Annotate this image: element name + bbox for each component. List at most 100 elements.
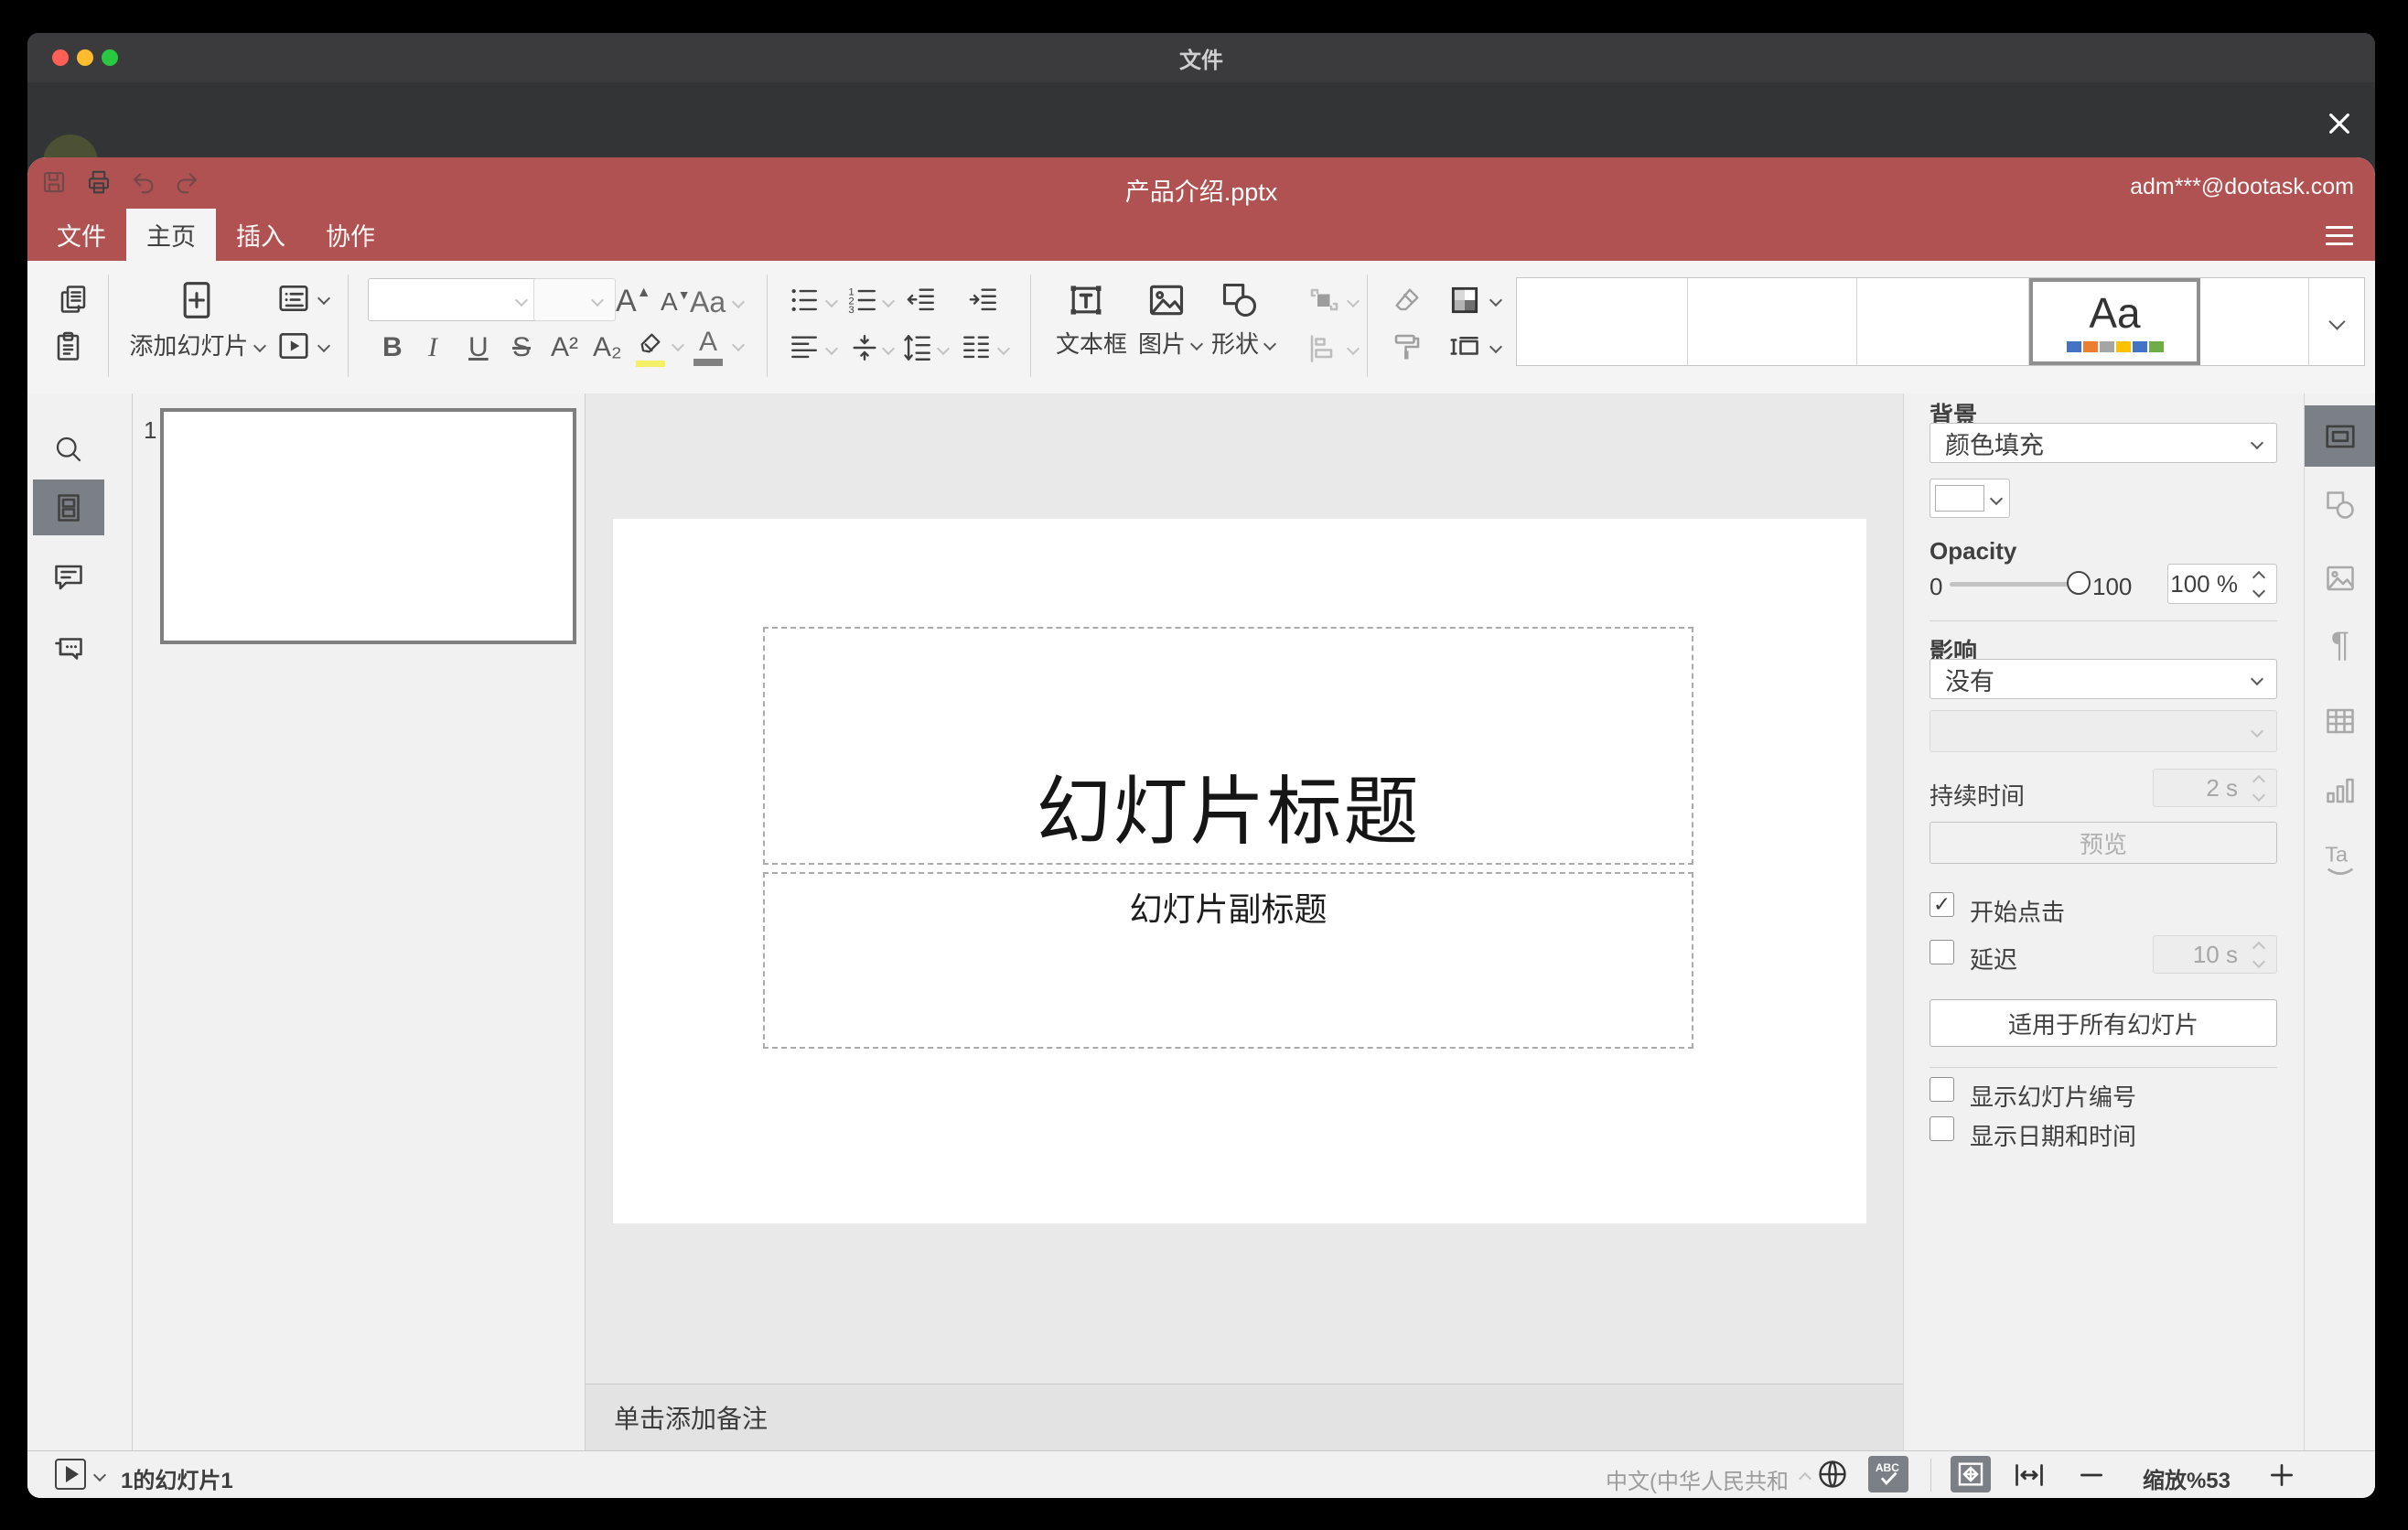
strikethrough-button[interactable]: S	[512, 332, 531, 363]
color-scheme-button[interactable]	[1447, 283, 1503, 318]
show-slide-number-checkbox[interactable]	[1930, 1077, 1954, 1102]
slide-settings-tab[interactable]	[2305, 405, 2375, 467]
spinner-up-icon[interactable]	[2252, 570, 2266, 584]
subscript-button[interactable]: A₂	[593, 332, 622, 363]
hamburger-menu-button[interactable]	[2326, 226, 2353, 251]
spinner-up-icon[interactable]	[2252, 774, 2266, 788]
tab-collaboration[interactable]: 协作	[306, 209, 395, 261]
fill-type-select[interactable]: 颜色填充	[1930, 423, 2277, 463]
set-language-button[interactable]	[1815, 1457, 1850, 1496]
opacity-slider-track[interactable]	[1950, 582, 2078, 587]
theme-option-2[interactable]	[1688, 278, 1857, 365]
chevron-down-icon[interactable]	[671, 338, 685, 354]
effect-type-select[interactable]	[1930, 710, 2277, 752]
start-on-click-checkbox[interactable]: ✓	[1930, 892, 1954, 917]
chevron-down-icon[interactable]	[824, 341, 839, 358]
vertical-align-button[interactable]	[849, 332, 880, 368]
chevron-down-icon[interactable]	[881, 294, 896, 310]
textart-settings-tab[interactable]: Ta	[2305, 827, 2375, 889]
theme-option-selected[interactable]: Aa	[2029, 278, 2200, 365]
spinner-down-icon[interactable]	[2252, 788, 2266, 802]
theme-option-3[interactable]	[1857, 278, 2029, 365]
chevron-down-icon[interactable]	[92, 1468, 107, 1484]
background-color-picker[interactable]	[1930, 479, 2010, 518]
font-size-select[interactable]	[533, 278, 616, 321]
superscript-button[interactable]: A²	[551, 332, 578, 363]
tab-insert[interactable]: 插入	[216, 209, 306, 261]
bullet-list-button[interactable]	[789, 285, 820, 320]
bold-button[interactable]: B	[382, 332, 403, 363]
apply-to-all-slides-button[interactable]: 适用于所有幻灯片	[1930, 999, 2277, 1047]
align-objects-button[interactable]	[1306, 332, 1360, 365]
horizontal-align-button[interactable]	[789, 332, 820, 368]
highlight-color-button[interactable]	[636, 330, 665, 367]
theme-option-1[interactable]	[1517, 278, 1688, 365]
font-name-select[interactable]	[368, 278, 540, 321]
numbered-list-button[interactable]: 123	[847, 285, 878, 320]
increase-font-button[interactable]: A▲	[616, 284, 651, 319]
spellcheck-button[interactable]: ABC	[1868, 1456, 1908, 1492]
start-slideshow-status-button[interactable]	[55, 1459, 86, 1490]
underline-button[interactable]: U	[468, 332, 489, 363]
fit-width-button[interactable]	[2011, 1459, 2048, 1496]
zoom-in-button[interactable]	[2267, 1460, 2296, 1494]
columns-button[interactable]	[961, 332, 992, 368]
increase-indent-button[interactable]	[968, 285, 999, 320]
decrease-indent-button[interactable]	[906, 285, 937, 320]
theme-option-5[interactable]	[2200, 278, 2309, 365]
add-slide-button[interactable]: 添加幻灯片	[128, 279, 266, 361]
close-editor-button[interactable]	[2324, 108, 2355, 139]
subtitle-placeholder[interactable]: 幻灯片副标题	[763, 872, 1693, 1049]
delay-checkbox[interactable]	[1930, 940, 1954, 964]
change-case-button[interactable]: Aa	[690, 286, 746, 319]
search-button[interactable]	[33, 421, 104, 477]
line-spacing-button[interactable]	[902, 332, 933, 368]
clear-style-button[interactable]	[1391, 285, 1424, 320]
insert-image-button[interactable]: 图片	[1138, 279, 1204, 360]
spinner-up-icon[interactable]	[2252, 941, 2266, 954]
slide[interactable]: 幻灯片标题 幻灯片副标题	[613, 519, 1866, 1223]
spinner-down-icon[interactable]	[2252, 584, 2266, 598]
table-settings-tab[interactable]	[2305, 690, 2375, 751]
arrange-button[interactable]	[1306, 285, 1360, 318]
chevron-down-icon[interactable]	[881, 341, 896, 358]
slide-thumbnail[interactable]	[160, 408, 576, 644]
copy-button[interactable]	[57, 283, 90, 320]
title-placeholder[interactable]: 幻灯片标题	[763, 627, 1693, 865]
duration-spinner[interactable]: 2 s	[2153, 769, 2277, 807]
language-selector[interactable]: 中文(中华人民共和国)	[1583, 1463, 1789, 1498]
decrease-font-button[interactable]: A▼	[661, 287, 691, 317]
chat-button[interactable]	[33, 620, 104, 676]
start-slideshow-button[interactable]	[276, 329, 331, 363]
copy-style-button[interactable]	[1391, 330, 1424, 368]
notes-area[interactable]: 单击添加备注	[586, 1384, 1903, 1450]
show-datetime-checkbox[interactable]	[1930, 1116, 1954, 1141]
chart-settings-tab[interactable]	[2305, 760, 2375, 821]
paragraph-settings-tab[interactable]: ¶	[2305, 615, 2375, 676]
effect-select[interactable]: 没有	[1930, 659, 2277, 699]
font-color-button[interactable]: A	[693, 327, 723, 366]
opacity-spinner[interactable]: 100 %	[2167, 564, 2277, 604]
shape-settings-tab[interactable]	[2305, 474, 2375, 535]
chevron-down-icon[interactable]	[936, 341, 951, 358]
slides-panel-button[interactable]	[33, 479, 104, 535]
chevron-down-icon[interactable]	[731, 338, 746, 354]
chevron-down-icon[interactable]	[996, 341, 1011, 358]
tab-file[interactable]: 文件	[37, 209, 126, 261]
textbox-button[interactable]: 文本框	[1056, 279, 1127, 360]
fit-slide-button[interactable]	[1951, 1456, 1991, 1492]
chevron-down-icon[interactable]	[824, 294, 839, 310]
theme-gallery-expand-button[interactable]	[2309, 278, 2364, 365]
insert-shape-button[interactable]: 形状	[1211, 279, 1277, 360]
tab-home[interactable]: 主页	[126, 209, 216, 261]
spinner-down-icon[interactable]	[2252, 954, 2266, 968]
paste-button[interactable]	[53, 330, 86, 368]
opacity-slider-knob[interactable]	[2067, 571, 2091, 595]
image-settings-tab[interactable]	[2305, 547, 2375, 609]
preview-button[interactable]: 预览	[1930, 822, 2277, 864]
italic-button[interactable]: I	[428, 332, 437, 363]
slide-size-button[interactable]	[1447, 330, 1503, 363]
delay-spinner[interactable]: 10 s	[2153, 935, 2277, 974]
comments-button[interactable]	[33, 549, 104, 605]
zoom-out-button[interactable]	[2077, 1460, 2106, 1494]
